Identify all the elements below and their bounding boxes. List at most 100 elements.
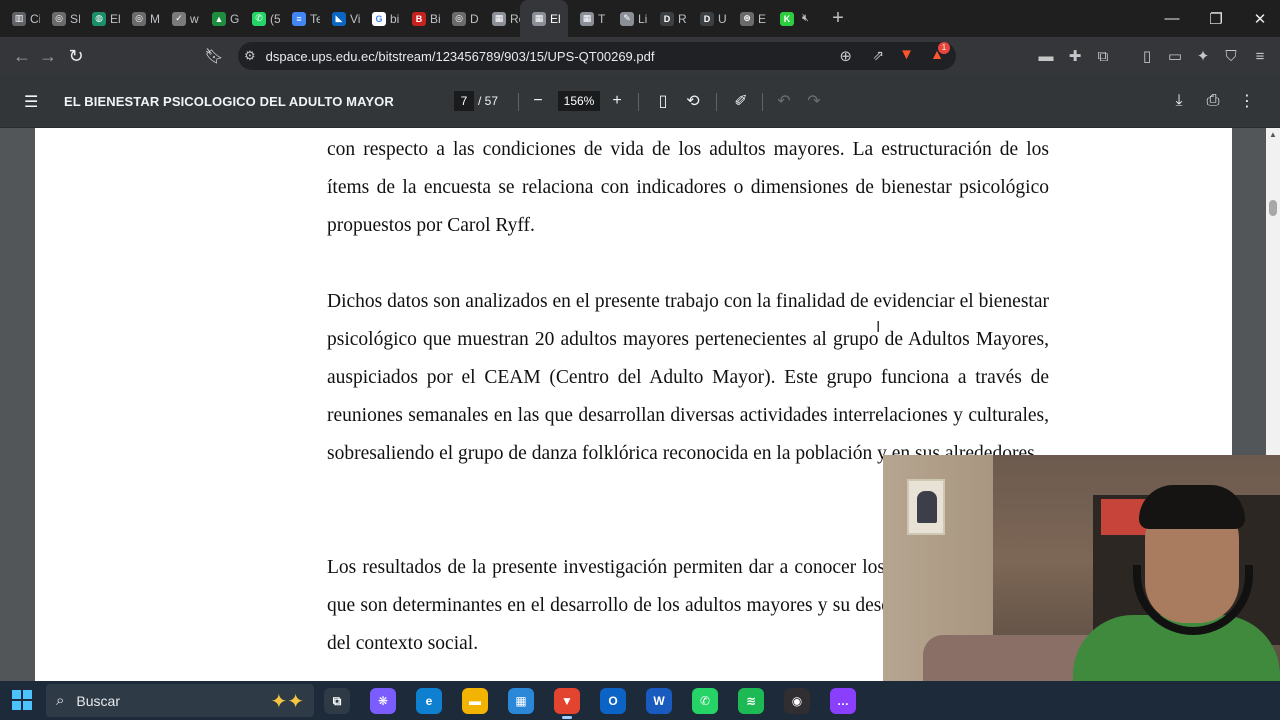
tab-title: Te <box>310 11 320 26</box>
print-icon[interactable]: ⎙ <box>1201 89 1225 113</box>
tab-favicon-icon: ⊛ <box>740 11 754 26</box>
tab-favicon-icon: G <box>372 11 386 26</box>
document-title: EL BIENESTAR PSICOLOGICO DEL ADULTO MAYO… <box>64 94 394 109</box>
browser-tab[interactable]: ◣ Vi <box>320 0 360 37</box>
pdf-toolbar: ☰ EL BIENESTAR PSICOLOGICO DEL ADULTO MA… <box>0 75 1280 128</box>
forward-icon[interactable]: → <box>34 42 62 70</box>
text-cursor-icon: I <box>876 318 881 336</box>
browser-tab[interactable]: ⊛ E <box>728 0 768 37</box>
pdf-menu-icon[interactable]: ☰ <box>24 92 38 112</box>
browser-tab[interactable]: ✓ w <box>160 0 200 37</box>
taskbar-search[interactable]: ⌕ Buscar ✦✦ <box>46 684 314 717</box>
zoom-out-icon[interactable]: − <box>526 89 550 113</box>
fit-page-icon[interactable]: ▯ <box>651 89 675 113</box>
media-icon[interactable]: ▬ <box>1032 42 1060 70</box>
whatsapp-icon[interactable]: ✆ <box>692 688 718 714</box>
browser-tab[interactable]: ✎ Li <box>608 0 648 37</box>
tab-title: Bi <box>430 11 440 26</box>
site-info-icon[interactable]: ⚙ <box>244 48 256 64</box>
browser-tab[interactable]: K 🔇︎ <box>768 0 816 37</box>
browser-tab[interactable]: ◎ SI <box>40 0 80 37</box>
rotate-icon[interactable]: ⟲ <box>681 89 705 113</box>
browser-tab[interactable]: Gbi <box>360 0 400 37</box>
tab-title: M <box>150 11 160 26</box>
browser-tab[interactable]: ▦El✕ <box>520 0 568 37</box>
extensions-icon[interactable]: ✚ <box>1061 42 1089 70</box>
annotate-icon[interactable]: ✐ <box>729 89 753 113</box>
tab-title: Re <box>510 11 520 26</box>
tab-title: (5 <box>270 11 280 26</box>
word-icon[interactable]: W <box>646 688 672 714</box>
maximize-button[interactable]: ❐ <box>1194 0 1238 37</box>
outlook-icon[interactable]: O <box>600 688 626 714</box>
browser-tab[interactable]: ◎ M <box>120 0 160 37</box>
new-tab-button[interactable]: + <box>824 5 852 33</box>
spotify-icon[interactable]: ≋ <box>738 688 764 714</box>
bookmark-icon[interactable]: 🔖︎ <box>200 42 228 70</box>
tab-favicon-icon: ◣ <box>332 11 346 26</box>
vpn-icon[interactable]: ⛉ <box>1217 42 1245 70</box>
webcam-wall-poster <box>907 479 945 535</box>
browser-tab[interactable]: ▥ Ci <box>0 0 40 37</box>
copilot-icon[interactable]: ❋ <box>370 688 396 714</box>
browser-tab[interactable]: ◍ El <box>80 0 120 37</box>
page-number-input[interactable]: 7 <box>454 91 474 111</box>
start-button[interactable] <box>12 690 32 710</box>
leo-ai-icon[interactable]: ✦ <box>1189 42 1217 70</box>
microsoft-store-icon[interactable]: ▦ <box>508 688 534 714</box>
download-icon[interactable]: ⤓ <box>1167 89 1191 113</box>
sidebar-icon[interactable]: ▯ <box>1133 42 1161 70</box>
browser-tab[interactable]: DR <box>648 0 688 37</box>
close-window-button[interactable]: ✕ <box>1238 0 1280 37</box>
browser-tab[interactable]: ▦ T <box>568 0 608 37</box>
zoom-input[interactable]: 156% <box>558 91 600 111</box>
tab-favicon-icon: ▦ <box>492 11 506 26</box>
browser-tab[interactable]: ≡ Te <box>280 0 320 37</box>
windows-taskbar: ⌕ Buscar ✦✦ ⧉ ❋ e ▬ ▦ ▼ O W ✆ ≋ ◉ … <box>0 681 1280 720</box>
file-explorer-icon[interactable]: ▬ <box>462 688 488 714</box>
browser-tab[interactable]: DU <box>688 0 728 37</box>
tab-favicon-icon: ▦ <box>532 11 546 26</box>
back-icon[interactable]: ← <box>8 42 36 70</box>
tab-favicon-icon: ✓ <box>172 11 186 26</box>
more-options-icon[interactable]: ⋮ <box>1235 89 1259 113</box>
tab-title: bi <box>390 11 400 26</box>
messenger-icon[interactable]: … <box>830 688 856 714</box>
task-view-icon[interactable]: ⧉ <box>324 688 350 714</box>
tab-favicon-icon: ▦ <box>580 11 594 26</box>
tab-favicon-icon: ▥ <box>12 11 26 26</box>
browser-tab[interactable]: ▦ Re <box>480 0 520 37</box>
tab-favicon-icon: B <box>412 11 426 26</box>
tab-search-icon[interactable]: ⧉ <box>1089 42 1117 70</box>
scroll-up-icon[interactable]: ▲ <box>1269 130 1277 139</box>
zoom-icon[interactable]: ⊕ <box>839 47 852 65</box>
brave-icon[interactable]: ▼ <box>554 688 580 719</box>
tab-favicon-icon: ◎ <box>132 11 146 26</box>
address-bar[interactable]: ⚙ dspace.ups.edu.ec/bitstream/123456789/… <box>238 42 956 70</box>
minimize-button[interactable]: — <box>1150 0 1194 37</box>
divider <box>638 93 639 111</box>
browser-tab[interactable]: ▲ G <box>200 0 240 37</box>
browser-tab[interactable]: ◎ D <box>440 0 480 37</box>
zoom-in-icon[interactable]: + <box>605 89 629 113</box>
scrollbar-thumb[interactable] <box>1269 200 1277 216</box>
wallet-icon[interactable]: ▭ <box>1161 42 1189 70</box>
undo-icon[interactable]: ↶ <box>772 89 796 113</box>
brave-shields-icon[interactable]: ▼ <box>899 46 914 63</box>
main-menu-icon[interactable]: ≡ <box>1246 42 1274 70</box>
tab-favicon-icon: ▲ <box>212 11 226 26</box>
tab-muted-icon[interactable]: 🔇︎ <box>802 12 809 25</box>
browser-tab[interactable]: B Bi <box>400 0 440 37</box>
tab-title: El <box>110 11 120 26</box>
tab-favicon-icon: K <box>780 11 794 26</box>
share-icon[interactable]: ⇗ <box>872 47 884 64</box>
obs-icon[interactable]: ◉ <box>784 688 810 714</box>
tab-favicon-icon: ◎ <box>452 11 466 26</box>
browser-toolbar: ← → ↻ 🔖︎ ⚙ dspace.ups.edu.ec/bitstream/1… <box>0 37 1280 75</box>
edge-icon[interactable]: e <box>416 688 442 714</box>
browser-tab[interactable]: ✆ (5 <box>240 0 280 37</box>
url-text[interactable]: dspace.ups.edu.ec/bitstream/123456789/90… <box>266 49 655 64</box>
reload-icon[interactable]: ↻ <box>62 42 90 70</box>
divider <box>716 93 717 111</box>
redo-icon[interactable]: ↷ <box>802 89 826 113</box>
